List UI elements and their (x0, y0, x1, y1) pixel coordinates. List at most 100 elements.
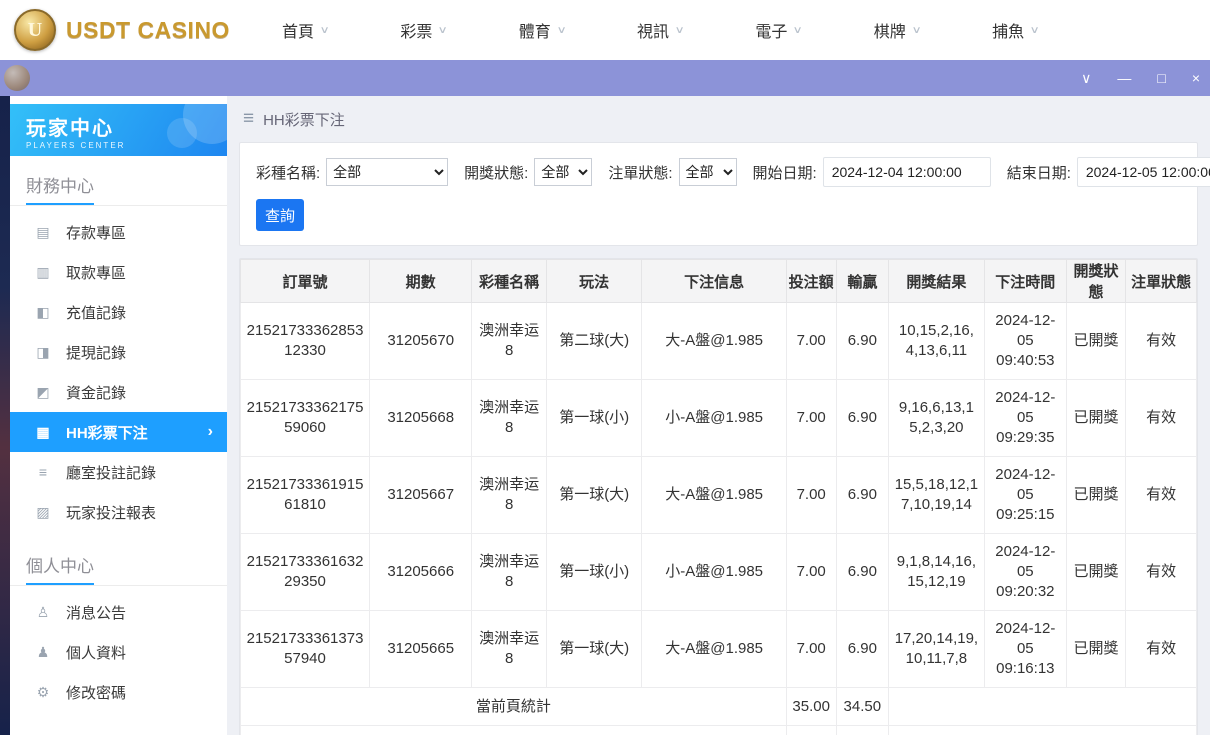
column-header-issue: 期數 (369, 259, 473, 303)
nav-item-boardgames[interactable]: 棋牌 ∨ (874, 18, 922, 42)
brand-logo[interactable]: U USDT CASINO (14, 9, 238, 51)
nav-label: 體育 (518, 24, 551, 41)
sidebar-item-label: 消息公告 (66, 604, 127, 622)
page-total-row: 當前頁統計 35.00 34.50 (240, 687, 1197, 726)
nav-item-sports[interactable]: 體育 ∨ (518, 18, 567, 42)
main-nav: 首頁 ∨ 彩票 ∨ 體育 ∨ 視訊 ∨ 電子 ∨ 棋牌 ∨ 捕魚 ∨ (282, 18, 1040, 42)
nav-item-home[interactable]: 首頁 ∨ (282, 18, 330, 42)
sidebar-item-label: 個人資料 (66, 644, 127, 662)
sidebar-title: 玩家中心 (26, 118, 114, 140)
cell-bet-info: 大-A盤@1.985 (641, 456, 787, 534)
cell-order-no: 2152173336285312330 (239, 302, 371, 380)
cell-order-no: 2152173336163229350 (239, 533, 371, 611)
table-row: 2152173336217559060 31205668 澳洲幸运8 第一球(小… (239, 379, 1197, 457)
sidebar-item-announcements[interactable]: ♙ 消息公告 (10, 592, 227, 632)
cell-play-type: 第一球(小) (545, 379, 643, 457)
chevron-down-icon[interactable]: ∨ (1081, 71, 1091, 85)
start-date-input[interactable] (822, 157, 991, 187)
chevron-down-icon: ∨ (1029, 24, 1040, 36)
withdraw-icon: ▥ (36, 263, 50, 280)
deposit-icon: ▤ (36, 223, 50, 240)
sidebar-item-change-password[interactable]: ⚙ 修改密碼 (10, 672, 227, 712)
grand-total-row: 總統計 35.00 34.50 (240, 725, 1197, 735)
sidebar-header: 玩家中心 PLAYERS CENTER (10, 104, 227, 156)
order-status-select[interactable]: 全部 (678, 158, 737, 186)
sidebar-menu-personal: ♙ 消息公告 ♟ 個人資料 ⚙ 修改密碼 (10, 586, 227, 716)
section-title-agent: 代理中心 (10, 716, 227, 735)
sidebar-item-withdraw[interactable]: ▥ 取款專區 (10, 252, 227, 292)
cell-draw-status: 已開獎 (1065, 610, 1127, 688)
search-button[interactable]: 查詢 (256, 199, 304, 231)
chevron-down-icon: ∨ (792, 24, 804, 36)
cell-draw-result: 17,20,14,19,10,11,7,8 (888, 610, 985, 688)
cell-lottery-name: 澳洲幸运8 (471, 456, 547, 534)
maximize-icon[interactable]: □ (1157, 71, 1165, 85)
sidebar-subtitle: PLAYERS CENTER (26, 141, 126, 150)
bets-table-card: 訂單號 期數 彩種名稱 玩法 下注信息 投注額 輸贏 開獎結果 下注時間 開獎狀… (239, 258, 1198, 735)
app-frame: 玩家中心 PLAYERS CENTER 財務中心 ▤ 存款專區 ▥ 取款專區 ◧… (0, 96, 1210, 735)
lottery-name-select[interactable]: 全部 (326, 158, 449, 186)
withdraw-record-icon: ◨ (36, 343, 50, 360)
chevron-down-icon: ∨ (437, 24, 449, 36)
window-titlebar: ∨ — □ × (0, 60, 1210, 96)
column-header-bet-time: 下注時間 (983, 259, 1067, 303)
page-total-label: 當前頁統計 (240, 687, 787, 726)
minimize-icon[interactable]: — (1117, 71, 1131, 85)
draw-status-select[interactable]: 全部 (534, 158, 593, 186)
grand-total-win: 34.50 (835, 725, 890, 735)
cell-order-status: 有效 (1125, 610, 1197, 688)
grand-total-label: 總統計 (240, 725, 787, 735)
cell-bet-amount: 7.00 (785, 379, 837, 457)
end-date-input[interactable] (1076, 157, 1210, 187)
column-header-bet-amount: 投注額 (785, 259, 837, 303)
start-date-label: 開始日期: (752, 164, 817, 182)
sidebar-item-profile[interactable]: ♟ 個人資料 (10, 632, 227, 672)
column-header-order-status: 注單狀態 (1125, 259, 1197, 303)
room-bets-icon: ≡ (38, 464, 48, 480)
page-total-win: 34.50 (835, 687, 890, 726)
nav-item-live[interactable]: 視訊 ∨ (637, 18, 685, 42)
sidebar-item-funds-record[interactable]: ◩ 資金記錄 (10, 372, 227, 412)
nav-item-fishing[interactable]: 捕魚 ∨ (992, 18, 1040, 42)
cell-bet-info: 小-A盤@1.985 (641, 379, 787, 457)
column-header-draw-result: 開獎結果 (888, 259, 985, 303)
sidebar-item-recharge-record[interactable]: ◧ 充值記錄 (10, 292, 227, 332)
sidebar: 玩家中心 PLAYERS CENTER 財務中心 ▤ 存款專區 ▥ 取款專區 ◧… (10, 96, 227, 735)
sidebar-item-hh-lottery-bets[interactable]: ▦ HH彩票下注 › (10, 412, 227, 452)
nav-label: 捕魚 (992, 24, 1025, 41)
nav-item-slots[interactable]: 電子 ∨ (755, 18, 804, 42)
page-title: HH彩票下注 (263, 111, 345, 129)
cell-lottery-name: 澳洲幸运8 (471, 610, 547, 688)
section-title-finance: 財務中心 (10, 156, 227, 206)
cell-draw-result: 15,5,18,12,17,10,19,14 (888, 456, 985, 534)
titlebar-logo-icon (4, 65, 30, 91)
cell-draw-status: 已開獎 (1065, 533, 1127, 611)
cell-win-loss: 6.90 (835, 456, 890, 534)
column-header-play-type: 玩法 (545, 259, 643, 303)
cell-bet-amount: 7.00 (785, 533, 837, 611)
cell-order-no: 2152173336217559060 (239, 379, 371, 457)
grand-total-bet: 35.00 (785, 725, 837, 735)
nav-item-lottery[interactable]: 彩票 ∨ (400, 18, 449, 42)
nav-label: 彩票 (400, 24, 433, 41)
chevron-right-icon: › (207, 423, 213, 440)
brand-logo-text: USDT CASINO (66, 16, 230, 43)
main-content: ≡ HH彩票下注 彩種名稱: 全部 開獎狀態: 全部 注單狀態: 全部 開始日期… (227, 96, 1210, 735)
cell-lottery-name: 澳洲幸运8 (471, 302, 547, 380)
sidebar-item-room-bet-records[interactable]: ≡ 廳室投註記錄 (10, 452, 227, 492)
bets-table: 訂單號 期數 彩種名稱 玩法 下注信息 投注額 輸贏 開獎結果 下注時間 開獎狀… (239, 259, 1197, 735)
column-header-bet-info: 下注信息 (641, 259, 787, 303)
sidebar-item-deposit[interactable]: ▤ 存款專區 (10, 212, 227, 252)
cell-draw-status: 已開獎 (1065, 456, 1127, 534)
close-icon[interactable]: × (1192, 71, 1200, 85)
window-controls: ∨ — □ × (1081, 71, 1200, 85)
lottery-bets-icon: ▦ (36, 423, 50, 440)
sidebar-item-player-bet-report[interactable]: ▨ 玩家投注報表 (10, 492, 227, 532)
table-row: 2152173336163229350 31205666 澳洲幸运8 第一球(小… (239, 533, 1197, 611)
page-total-bet: 35.00 (785, 687, 837, 726)
sidebar-item-withdraw-record[interactable]: ◨ 提現記錄 (10, 332, 227, 372)
cell-bet-amount: 7.00 (785, 302, 837, 380)
player-report-icon: ▨ (36, 503, 50, 520)
sidebar-item-label: 資金記錄 (66, 384, 127, 402)
hamburger-menu-icon[interactable]: ≡ (243, 108, 254, 130)
